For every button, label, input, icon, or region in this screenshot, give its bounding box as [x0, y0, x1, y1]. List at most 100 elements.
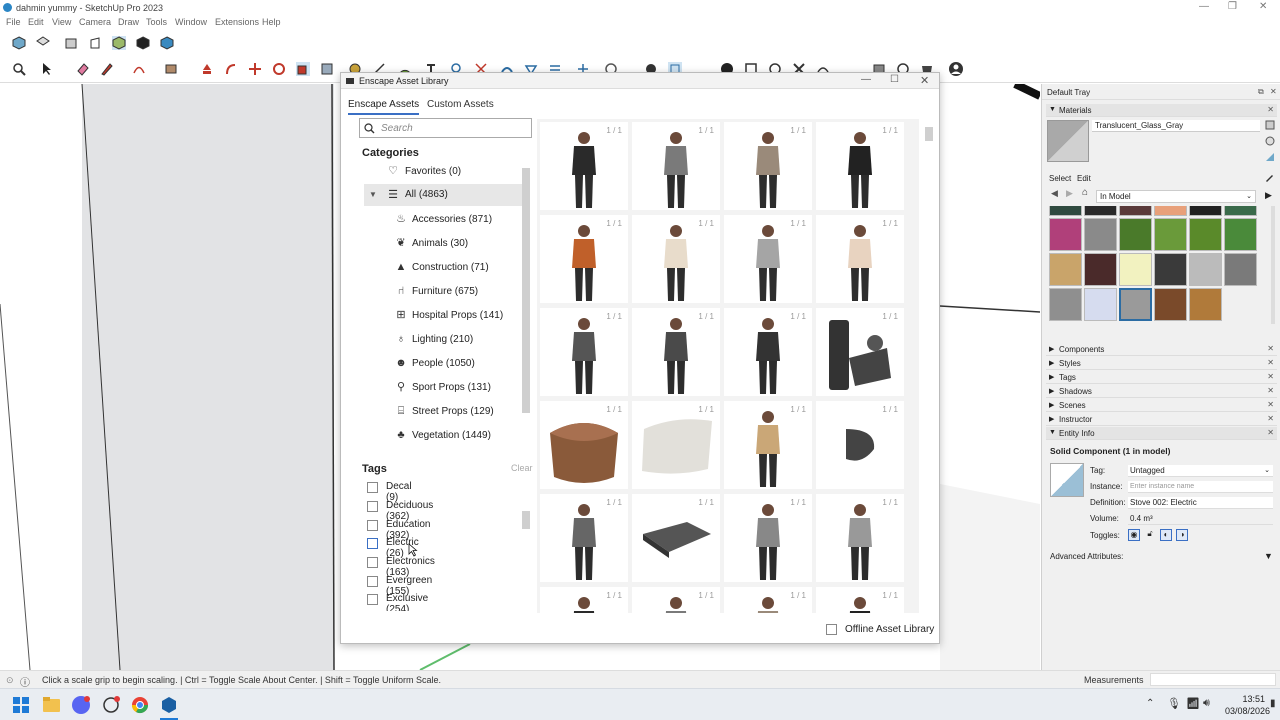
- material-swatch[interactable]: [1049, 288, 1082, 321]
- category-construction[interactable]: ▲ Construction (71): [354, 257, 532, 279]
- cast-shadows-icon[interactable]: ◑: [1176, 529, 1188, 541]
- details-arrow-icon[interactable]: ▶: [1265, 190, 1272, 201]
- panel-close-icon[interactable]: ✕: [1267, 386, 1274, 395]
- scale-icon[interactable]: [296, 62, 310, 76]
- category-favorites[interactable]: ♡ Favorites (0): [354, 161, 532, 183]
- panel-header-tags[interactable]: ▶ Tags ✕: [1046, 371, 1277, 384]
- tag-checkbox[interactable]: [367, 576, 378, 587]
- home-icon[interactable]: ⌂: [1082, 187, 1088, 198]
- menu-view[interactable]: View: [52, 17, 71, 27]
- asset-tile[interactable]: 1 / 1: [540, 215, 628, 303]
- tray-close-button[interactable]: ✕: [1270, 87, 1277, 96]
- attributes-menu-icon[interactable]: ▼: [1264, 551, 1273, 561]
- panel-close-icon[interactable]: ✕: [1267, 400, 1274, 409]
- material-swatch[interactable]: [1224, 206, 1257, 216]
- material-name-field[interactable]: Translucent_Glass_Gray: [1092, 120, 1260, 132]
- wifi-icon[interactable]: 📶︎: [1186, 697, 1200, 710]
- asset-tile[interactable]: 1 / 1: [816, 494, 904, 582]
- asset-tile[interactable]: 1 / 1: [540, 587, 628, 613]
- tag-checkbox[interactable]: [367, 557, 378, 568]
- dialog-titlebar[interactable]: Enscape Asset Library — ☐ ✕: [341, 73, 939, 89]
- menu-file[interactable]: File: [6, 17, 21, 27]
- zoom-icon[interactable]: [12, 62, 26, 76]
- categories-scrollbar[interactable]: [522, 168, 530, 448]
- panel-header-instructor[interactable]: ▶ Instructor ✕: [1046, 413, 1277, 426]
- material-swatch[interactable]: [1119, 253, 1152, 286]
- clock-date[interactable]: 03/08/2026: [1225, 706, 1270, 716]
- asset-tile[interactable]: 1 / 1: [724, 401, 812, 489]
- swatch-scrollbar[interactable]: [1271, 206, 1275, 324]
- category-hospital-props[interactable]: ⊞ Hospital Props (141): [354, 305, 532, 327]
- menu-edit[interactable]: Edit: [28, 17, 44, 27]
- tab-edit[interactable]: Edit: [1077, 174, 1091, 183]
- asset-tile[interactable]: 1 / 1: [724, 587, 812, 613]
- asset-tile[interactable]: 1 / 1: [632, 215, 720, 303]
- category-lighting[interactable]: ♁ Lighting (210): [354, 329, 532, 351]
- openai-icon[interactable]: [102, 696, 120, 714]
- chrome-icon[interactable]: [131, 696, 149, 714]
- asset-tile[interactable]: 1 / 1: [540, 308, 628, 396]
- tags-scrollbar[interactable]: [522, 483, 530, 609]
- close-button[interactable]: ✕: [1259, 1, 1267, 12]
- pencil-icon[interactable]: [100, 62, 114, 76]
- asset-grid-scroll-thumb[interactable]: [925, 127, 933, 141]
- material-swatch[interactable]: [1049, 206, 1082, 216]
- push-pull-icon[interactable]: [200, 62, 214, 76]
- material-swatch[interactable]: [1119, 288, 1152, 321]
- windows-start-icon[interactable]: [13, 697, 29, 713]
- asset-tile[interactable]: 1 / 1: [540, 401, 628, 489]
- measurements-input[interactable]: [1150, 673, 1276, 686]
- lock-toggle-icon[interactable]: 🔓︎: [1144, 529, 1156, 541]
- material-swatch[interactable]: [1084, 288, 1117, 321]
- category-street-props[interactable]: ⌸ Street Props (129): [354, 401, 532, 423]
- asset-tile[interactable]: 1 / 1: [724, 308, 812, 396]
- material-swatch[interactable]: [1224, 218, 1257, 251]
- sample-paint-icon[interactable]: [1265, 152, 1275, 162]
- panel-close-icon[interactable]: ✕: [1267, 414, 1274, 423]
- tag-checkbox[interactable]: [367, 520, 378, 531]
- forward-arrow-icon[interactable]: ▶: [1066, 188, 1073, 199]
- receive-shadows-icon[interactable]: ◐: [1160, 529, 1172, 541]
- collapse-icon[interactable]: ▼: [369, 190, 377, 199]
- menu-tools[interactable]: Tools: [146, 17, 167, 27]
- clock-time[interactable]: 13:51: [1225, 694, 1265, 704]
- dialog-minimize-button[interactable]: —: [861, 74, 871, 85]
- front-view-icon[interactable]: [64, 36, 78, 50]
- eraser-icon[interactable]: [76, 62, 90, 76]
- asset-tile[interactable]: 1 / 1: [632, 494, 720, 582]
- material-swatch[interactable]: [1154, 253, 1187, 286]
- asset-grid-scrollbar[interactable]: [925, 121, 933, 611]
- category-sport-props[interactable]: ⚲ Sport Props (131): [354, 377, 532, 399]
- material-paint-icon[interactable]: [1265, 136, 1275, 146]
- asset-tile[interactable]: 1 / 1: [632, 122, 720, 210]
- menu-extensions[interactable]: Extensions: [215, 17, 259, 27]
- arc-icon[interactable]: [132, 62, 146, 76]
- panel-close-icon[interactable]: ✕: [1267, 344, 1274, 353]
- offline-library-checkbox[interactable]: [826, 624, 837, 635]
- material-swatch[interactable]: [1119, 206, 1152, 216]
- tag-checkbox[interactable]: [367, 501, 378, 512]
- asset-tile[interactable]: 1 / 1: [816, 215, 904, 303]
- definition-input[interactable]: Stove 002: Electric: [1128, 497, 1273, 509]
- back-arrow-icon[interactable]: ◀: [1051, 188, 1058, 199]
- category-people[interactable]: ☻ People (1050): [354, 353, 532, 375]
- discord-icon[interactable]: [72, 696, 90, 714]
- panel-header-components[interactable]: ▶ Components ✕: [1046, 343, 1277, 356]
- materials-panel-header[interactable]: ▼ Materials ✕: [1046, 104, 1277, 117]
- top-view-icon[interactable]: [36, 36, 50, 50]
- material-swatch[interactable]: [1189, 218, 1222, 251]
- asset-tile[interactable]: 1 / 1: [632, 587, 720, 613]
- material-swatch[interactable]: [1154, 288, 1187, 321]
- asset-tile[interactable]: 1 / 1: [724, 122, 812, 210]
- asset-tile[interactable]: 1 / 1: [540, 122, 628, 210]
- tags-scroll-thumb[interactable]: [522, 511, 530, 529]
- material-swatch[interactable]: [1154, 218, 1187, 251]
- rotate-icon[interactable]: [272, 62, 286, 76]
- tab-enscape-assets[interactable]: Enscape Assets: [348, 99, 420, 115]
- panel-header-styles[interactable]: ▶ Styles ✕: [1046, 357, 1277, 370]
- select-arrow-icon[interactable]: [40, 62, 54, 76]
- library-dropdown[interactable]: In Model ⌄: [1096, 190, 1256, 203]
- material-swatch[interactable]: [1084, 253, 1117, 286]
- panel-header-shadows[interactable]: ▶ Shadows ✕: [1046, 385, 1277, 398]
- material-swatch[interactable]: [1049, 218, 1082, 251]
